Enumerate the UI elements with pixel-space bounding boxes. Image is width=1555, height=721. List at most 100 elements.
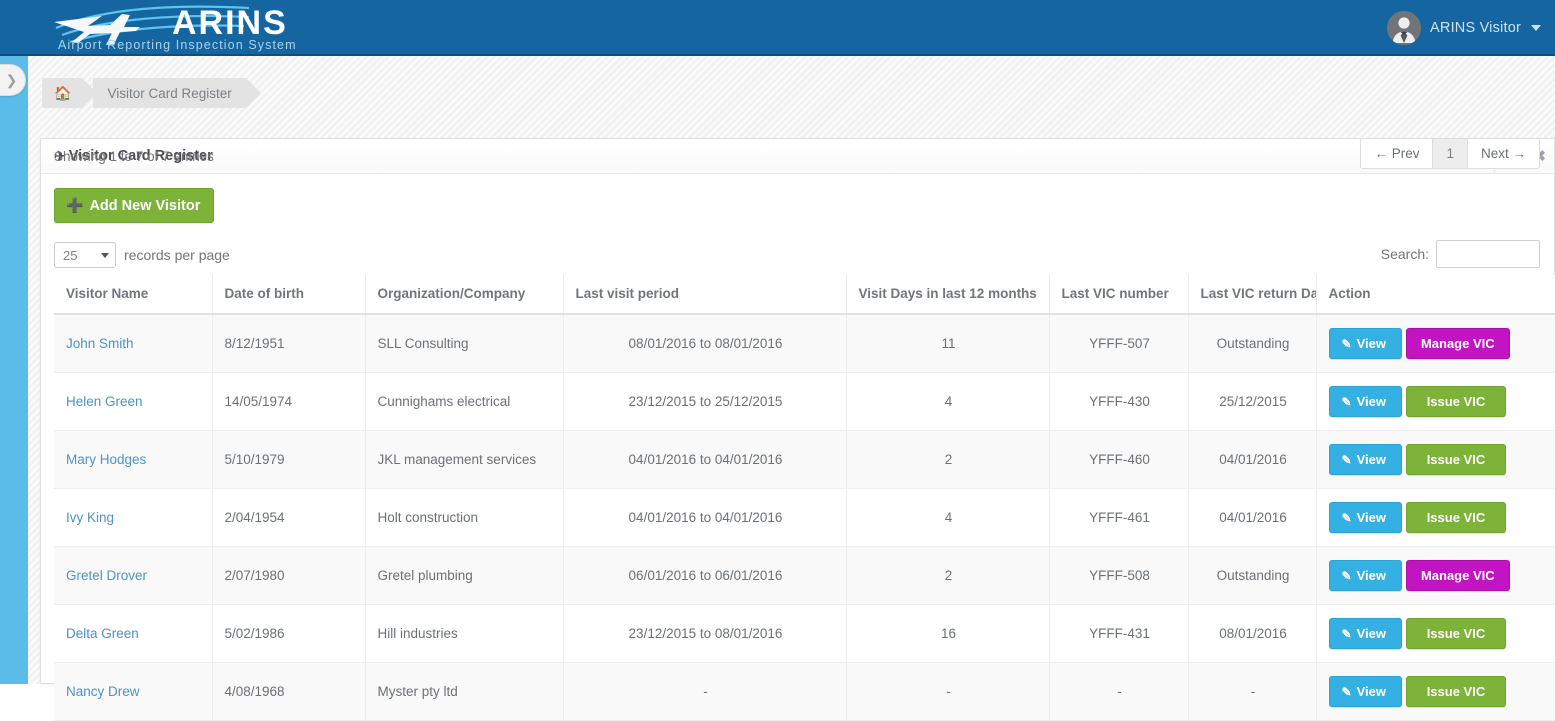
user-avatar-icon <box>1387 11 1421 45</box>
last-vic-number-value: YFFF-431 <box>1089 626 1150 641</box>
date-of-birth-value: 2/04/1954 <box>225 510 285 525</box>
cell-visitor-name: Ivy King <box>54 489 212 547</box>
view-button[interactable]: ✎View <box>1329 328 1402 359</box>
breadcrumb-item-visitor-card-register[interactable]: Visitor Card Register <box>93 78 245 108</box>
svg-text:Airport Reporting Inspection S: Airport Reporting Inspection System <box>58 38 297 52</box>
table-row: Gretel Drover2/07/1980Gretel plumbing06/… <box>54 547 1555 605</box>
issue-vic-button[interactable]: Issue VIC <box>1406 444 1506 475</box>
cell-visitor-name: Nancy Drew <box>54 663 212 721</box>
organization-value: Cunnighams electrical <box>378 394 511 409</box>
cell-action: ✎ViewIssue VIC <box>1316 431 1555 489</box>
arins-logo-graphic: ARINS Airport Reporting Inspection Syste… <box>44 2 344 54</box>
col-header-visitor-name[interactable]: Visitor Name <box>54 275 212 314</box>
date-of-birth-value: 14/05/1974 <box>225 394 293 409</box>
organization-value: Myster pty ltd <box>378 684 458 699</box>
view-button[interactable]: ✎View <box>1329 560 1402 591</box>
pencil-icon: ✎ <box>1342 685 1352 699</box>
view-button-label: View <box>1357 452 1386 467</box>
pencil-icon: ✎ <box>1342 395 1352 409</box>
add-new-visitor-button[interactable]: ➕ Add New Visitor <box>54 188 214 223</box>
cell-visit-days: - <box>846 663 1049 721</box>
date-of-birth-value: 5/10/1979 <box>225 452 285 467</box>
avatar <box>1387 11 1421 45</box>
search-input[interactable] <box>1436 240 1540 268</box>
cell-organization: Holt construction <box>365 489 563 547</box>
last-visit-period-value: 08/01/2016 to 08/01/2016 <box>629 336 783 351</box>
organization-value: Gretel plumbing <box>378 568 473 583</box>
issue-vic-button[interactable]: Issue VIC <box>1406 618 1506 649</box>
visitor-name-link[interactable]: Gretel Drover <box>66 568 147 583</box>
chevron-right-icon: ❯ <box>6 73 18 87</box>
visitor-card-register-panel: ✈ Visitor Card Register ❮ ✖ ➕ Add New Vi… <box>40 138 1555 684</box>
visitor-name-link[interactable]: Helen Green <box>66 394 143 409</box>
visitor-name-link[interactable]: John Smith <box>66 336 134 351</box>
table-body: John Smith8/12/1951SLL Consulting08/01/2… <box>54 314 1555 721</box>
last-vic-return-date-value: Outstanding <box>1217 568 1290 583</box>
cell-last-visit-period: 23/12/2015 to 25/12/2015 <box>563 373 846 431</box>
col-header-organization[interactable]: Organization/Company <box>365 275 563 314</box>
view-button[interactable]: ✎ View <box>1329 676 1402 707</box>
pagination-page-1[interactable]: 1 <box>1432 138 1468 169</box>
cell-action: ✎ViewIssue VIC <box>1316 489 1555 547</box>
col-header-date-of-birth[interactable]: Date of birth <box>212 275 365 314</box>
cell-visitor-name: Gretel Drover <box>54 547 212 605</box>
cell-action: ✎ViewManage VIC <box>1316 547 1555 605</box>
manage-vic-button[interactable]: Manage VIC <box>1406 328 1510 359</box>
cell-visit-days: 4 <box>846 489 1049 547</box>
breadcrumb-home[interactable]: 🏠 <box>42 78 82 108</box>
home-icon: 🏠 <box>54 85 71 102</box>
view-button[interactable]: ✎View <box>1329 502 1402 533</box>
visitor-name-link[interactable]: Mary Hodges <box>66 452 146 467</box>
cell-visit-days: 11 <box>846 314 1049 373</box>
caret-down-icon[interactable] <box>1531 25 1541 31</box>
user-menu[interactable]: ARINS Visitor <box>1387 10 1541 46</box>
col-header-visit-days[interactable]: Visit Days in last 12 months <box>846 275 1049 314</box>
page-length-select[interactable]: 25 <box>54 242 116 268</box>
last-vic-return-date-value: 25/12/2015 <box>1219 394 1287 409</box>
visitor-name-link[interactable]: Delta Green <box>66 626 139 641</box>
col-header-last-vic-number[interactable]: Last VIC number <box>1049 275 1188 314</box>
date-of-birth-value: 2/07/1980 <box>225 568 285 583</box>
date-of-birth-value: 4/08/1968 <box>225 684 285 699</box>
view-button[interactable]: ✎View <box>1329 444 1402 475</box>
cell-last-vic-number: - <box>1049 663 1188 721</box>
visitor-name-link[interactable]: Nancy Drew <box>66 684 140 699</box>
last-visit-period-value: - <box>703 684 708 699</box>
action-buttons: ✎ View Issue VIC <box>1329 676 1547 707</box>
issue-vic-button[interactable]: Issue VIC <box>1406 386 1506 417</box>
plus-icon: ➕ <box>66 197 83 214</box>
cell-organization: JKL management services <box>365 431 563 489</box>
last-visit-period-value: 23/12/2015 to 08/01/2016 <box>629 626 783 641</box>
cell-visitor-name: Delta Green <box>54 605 212 663</box>
cell-last-visit-period: 04/01/2016 to 04/01/2016 <box>563 489 846 547</box>
cell-date-of-birth: 5/02/1986 <box>212 605 365 663</box>
cell-last-vic-return-date: 04/01/2016 <box>1188 489 1316 547</box>
view-button-label: View <box>1357 684 1386 699</box>
visitor-name-link[interactable]: Ivy King <box>66 510 114 525</box>
visit-days-value: 2 <box>945 452 953 467</box>
table-header-row: Visitor Name Date of birth Organization/… <box>54 275 1555 314</box>
view-button[interactable]: ✎View <box>1329 386 1402 417</box>
col-header-last-visit-period[interactable]: Last visit period <box>563 275 846 314</box>
vic-action-label: Issue VIC <box>1427 394 1486 409</box>
pagination-next-button[interactable]: Next → <box>1467 138 1540 169</box>
cell-organization: Gretel plumbing <box>365 547 563 605</box>
cell-last-visit-period: 04/01/2016 to 04/01/2016 <box>563 431 846 489</box>
view-button[interactable]: ✎View <box>1329 618 1402 649</box>
cell-last-vic-return-date: 08/01/2016 <box>1188 605 1316 663</box>
cell-last-vic-return-date: 04/01/2016 <box>1188 431 1316 489</box>
cell-action: ✎ViewManage VIC <box>1316 314 1555 373</box>
issue-vic-button[interactable]: Issue VIC <box>1406 676 1506 707</box>
cell-last-vic-number: YFFF-430 <box>1049 373 1188 431</box>
pagination-prev-button[interactable]: ← Prev <box>1360 138 1433 169</box>
arins-logo[interactable]: ARINS Airport Reporting Inspection Syste… <box>44 2 344 54</box>
col-header-last-vic-return-date[interactable]: Last VIC return Date <box>1188 275 1316 314</box>
manage-vic-button[interactable]: Manage VIC <box>1406 560 1510 591</box>
cell-action: ✎View Issue VIC <box>1316 373 1555 431</box>
view-button-label: View <box>1357 510 1386 525</box>
issue-vic-button[interactable]: Issue VIC <box>1406 502 1506 533</box>
cell-visitor-name: Helen Green <box>54 373 212 431</box>
cell-last-vic-number: YFFF-507 <box>1049 314 1188 373</box>
col-header-action[interactable]: Action <box>1316 275 1555 314</box>
vic-action-label: Issue VIC <box>1427 626 1486 641</box>
